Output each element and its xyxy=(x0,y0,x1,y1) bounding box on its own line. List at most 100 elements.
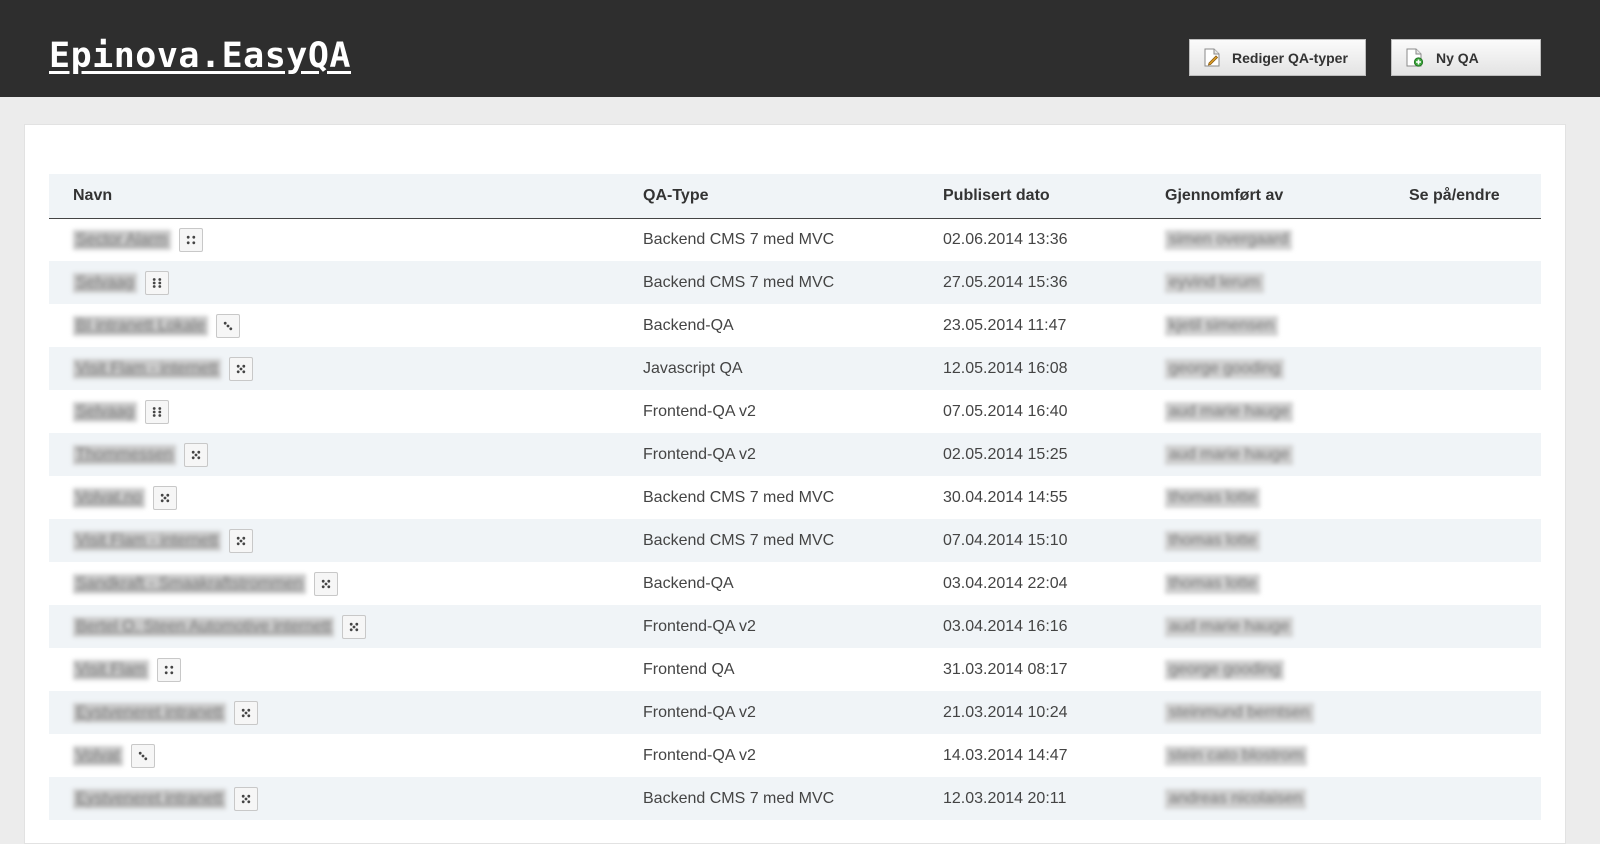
table-row: Eystveneret intranett Frontend-QA v2 21.… xyxy=(49,691,1541,734)
dice-icon[interactable] xyxy=(233,786,258,811)
cell-published-date: 03.04.2014 16:16 xyxy=(943,617,1068,635)
cell-published-date: 23.05.2014 11:47 xyxy=(943,316,1067,334)
dice-icon[interactable] xyxy=(144,399,169,424)
table-row: Bertel O. Steen Automotive internett Fro… xyxy=(49,605,1541,648)
cell-qa-type: Backend CMS 7 med MVC xyxy=(643,230,835,248)
cell-name: Eystveneret intranett xyxy=(49,777,643,820)
cell-published-date: 21.03.2014 10:24 xyxy=(943,703,1068,721)
cell-name: Visit Flam - internett xyxy=(49,519,643,562)
dice-icon[interactable] xyxy=(178,227,203,252)
cell-qa-type: Frontend-QA v2 xyxy=(643,746,756,764)
cell-qa-type: Frontend QA xyxy=(643,660,735,678)
cell-performed-by: simen overgaard xyxy=(1165,218,1409,261)
cell-qa-type: Backend CMS 7 med MVC xyxy=(643,273,835,291)
cell-qa-type: Backend-QA xyxy=(643,574,734,592)
qa-name-link[interactable]: Thommessen xyxy=(73,444,176,465)
cell-view-edit xyxy=(1409,218,1541,261)
qa-name-link[interactable]: Bertel O. Steen Automotive internett xyxy=(73,616,334,637)
dice-icon[interactable] xyxy=(313,571,338,596)
cell-name: Visit Flam xyxy=(49,648,643,691)
cell-view-edit xyxy=(1409,304,1541,347)
qa-name-link[interactable]: Volvat.no xyxy=(73,487,145,508)
dice-icon[interactable] xyxy=(156,657,181,682)
cell-name: BI intranett Lokale xyxy=(49,304,643,347)
header-name: Navn xyxy=(49,174,643,219)
cell-published-date: 14.03.2014 14:47 xyxy=(943,746,1068,764)
qa-name-link[interactable]: Volvat xyxy=(73,745,123,766)
dice-icon[interactable] xyxy=(130,743,155,768)
cell-performed-by: aud marie hauge xyxy=(1165,605,1409,648)
qa-name-link[interactable]: Sandkraft - Smaakraftstrommen xyxy=(73,573,306,594)
cell-published-date: 07.05.2014 16:40 xyxy=(943,402,1068,420)
edit-qa-types-label: Rediger QA-typer xyxy=(1232,49,1348,66)
cell-view-edit xyxy=(1409,519,1541,562)
cell-performed-by: thomas lotte xyxy=(1165,519,1409,562)
dice-icon[interactable] xyxy=(228,356,253,381)
qa-name-link[interactable]: Eystveneret intranett xyxy=(73,788,226,809)
cell-name: Eystveneret intranett xyxy=(49,691,643,734)
qa-name-link[interactable]: Selvaag xyxy=(73,401,137,422)
cell-published-date: 07.04.2014 15:10 xyxy=(943,531,1068,549)
new-qa-label: Ny QA xyxy=(1436,49,1479,66)
cell-name: Volvat.no xyxy=(49,476,643,519)
cell-qa-type: Frontend-QA v2 xyxy=(643,703,756,721)
dice-icon[interactable] xyxy=(144,270,169,295)
table-header-row: Navn QA-Type Publisert dato Gjennomført … xyxy=(49,174,1541,219)
cell-view-edit xyxy=(1409,390,1541,433)
table-row: Visit Flam Frontend QA 31.03.2014 08:17 … xyxy=(49,648,1541,691)
qa-name-link[interactable]: Sector Alarm xyxy=(73,229,171,250)
cell-name: Visit Flam - internett xyxy=(49,347,643,390)
dice-icon[interactable] xyxy=(228,528,253,553)
cell-performed-by: steinmund berntsen xyxy=(1165,691,1409,734)
table-row: Selvaag Frontend-QA v2 07.05.2014 16:40 … xyxy=(49,390,1541,433)
dice-icon[interactable] xyxy=(215,313,240,338)
table-row: Selvaag Backend CMS 7 med MVC 27.05.2014… xyxy=(49,261,1541,304)
cell-name: Thommessen xyxy=(49,433,643,476)
cell-name: Selvaag xyxy=(49,390,643,433)
cell-qa-type: Backend CMS 7 med MVC xyxy=(643,789,835,807)
cell-published-date: 12.03.2014 20:11 xyxy=(943,789,1067,807)
cell-view-edit xyxy=(1409,476,1541,519)
cell-qa-type: Backend-QA xyxy=(643,316,734,334)
cell-view-edit xyxy=(1409,605,1541,648)
cell-view-edit xyxy=(1409,777,1541,820)
cell-published-date: 02.06.2014 13:36 xyxy=(943,230,1068,248)
table-row: Volvat.no Backend CMS 7 med MVC 30.04.20… xyxy=(49,476,1541,519)
cell-qa-type: Frontend-QA v2 xyxy=(643,445,756,463)
qa-name-link[interactable]: BI intranett Lokale xyxy=(73,315,208,336)
app-title[interactable]: Epinova.EasyQA xyxy=(49,36,351,76)
qa-name-link[interactable]: Visit Flam - internett xyxy=(73,358,221,379)
table-row: Visit Flam - internett Backend CMS 7 med… xyxy=(49,519,1541,562)
table-row: Volvat Frontend-QA v2 14.03.2014 14:47 s… xyxy=(49,734,1541,777)
table-row: Eystveneret intranett Backend CMS 7 med … xyxy=(49,777,1541,820)
new-qa-button[interactable]: Ny QA xyxy=(1391,39,1541,76)
dice-icon[interactable] xyxy=(342,614,366,639)
cell-performed-by: george gooding xyxy=(1165,347,1409,390)
cell-name: Sector Alarm xyxy=(49,218,643,261)
edit-qa-types-button[interactable]: Rediger QA-typer xyxy=(1189,39,1366,76)
cell-view-edit xyxy=(1409,261,1541,304)
header-performed-by: Gjennomført av xyxy=(1165,174,1409,219)
cell-published-date: 03.04.2014 22:04 xyxy=(943,574,1068,592)
dice-icon[interactable] xyxy=(152,485,177,510)
qa-name-link[interactable]: Visit Flam - internett xyxy=(73,530,221,551)
cell-published-date: 12.05.2014 16:08 xyxy=(943,359,1068,377)
edit-document-icon xyxy=(1204,48,1220,67)
cell-qa-type: Backend CMS 7 med MVC xyxy=(643,488,835,506)
qa-list-panel: Navn QA-Type Publisert dato Gjennomført … xyxy=(24,124,1566,844)
cell-performed-by: thomas lotte xyxy=(1165,562,1409,605)
cell-view-edit xyxy=(1409,691,1541,734)
cell-view-edit xyxy=(1409,347,1541,390)
qa-name-link[interactable]: Selvaag xyxy=(73,272,137,293)
cell-qa-type: Frontend-QA v2 xyxy=(643,402,756,420)
cell-published-date: 27.05.2014 15:36 xyxy=(943,273,1068,291)
qa-name-link[interactable]: Eystveneret intranett xyxy=(73,702,226,723)
dice-icon[interactable] xyxy=(233,700,258,725)
top-bar: Epinova.EasyQA Rediger QA-typer Ny QA xyxy=(0,0,1600,97)
cell-performed-by: aud marie hauge xyxy=(1165,433,1409,476)
cell-view-edit xyxy=(1409,433,1541,476)
dice-icon[interactable] xyxy=(183,442,208,467)
table-row: Sandkraft - Smaakraftstrommen Backend-QA… xyxy=(49,562,1541,605)
cell-view-edit xyxy=(1409,562,1541,605)
qa-name-link[interactable]: Visit Flam xyxy=(73,659,149,680)
